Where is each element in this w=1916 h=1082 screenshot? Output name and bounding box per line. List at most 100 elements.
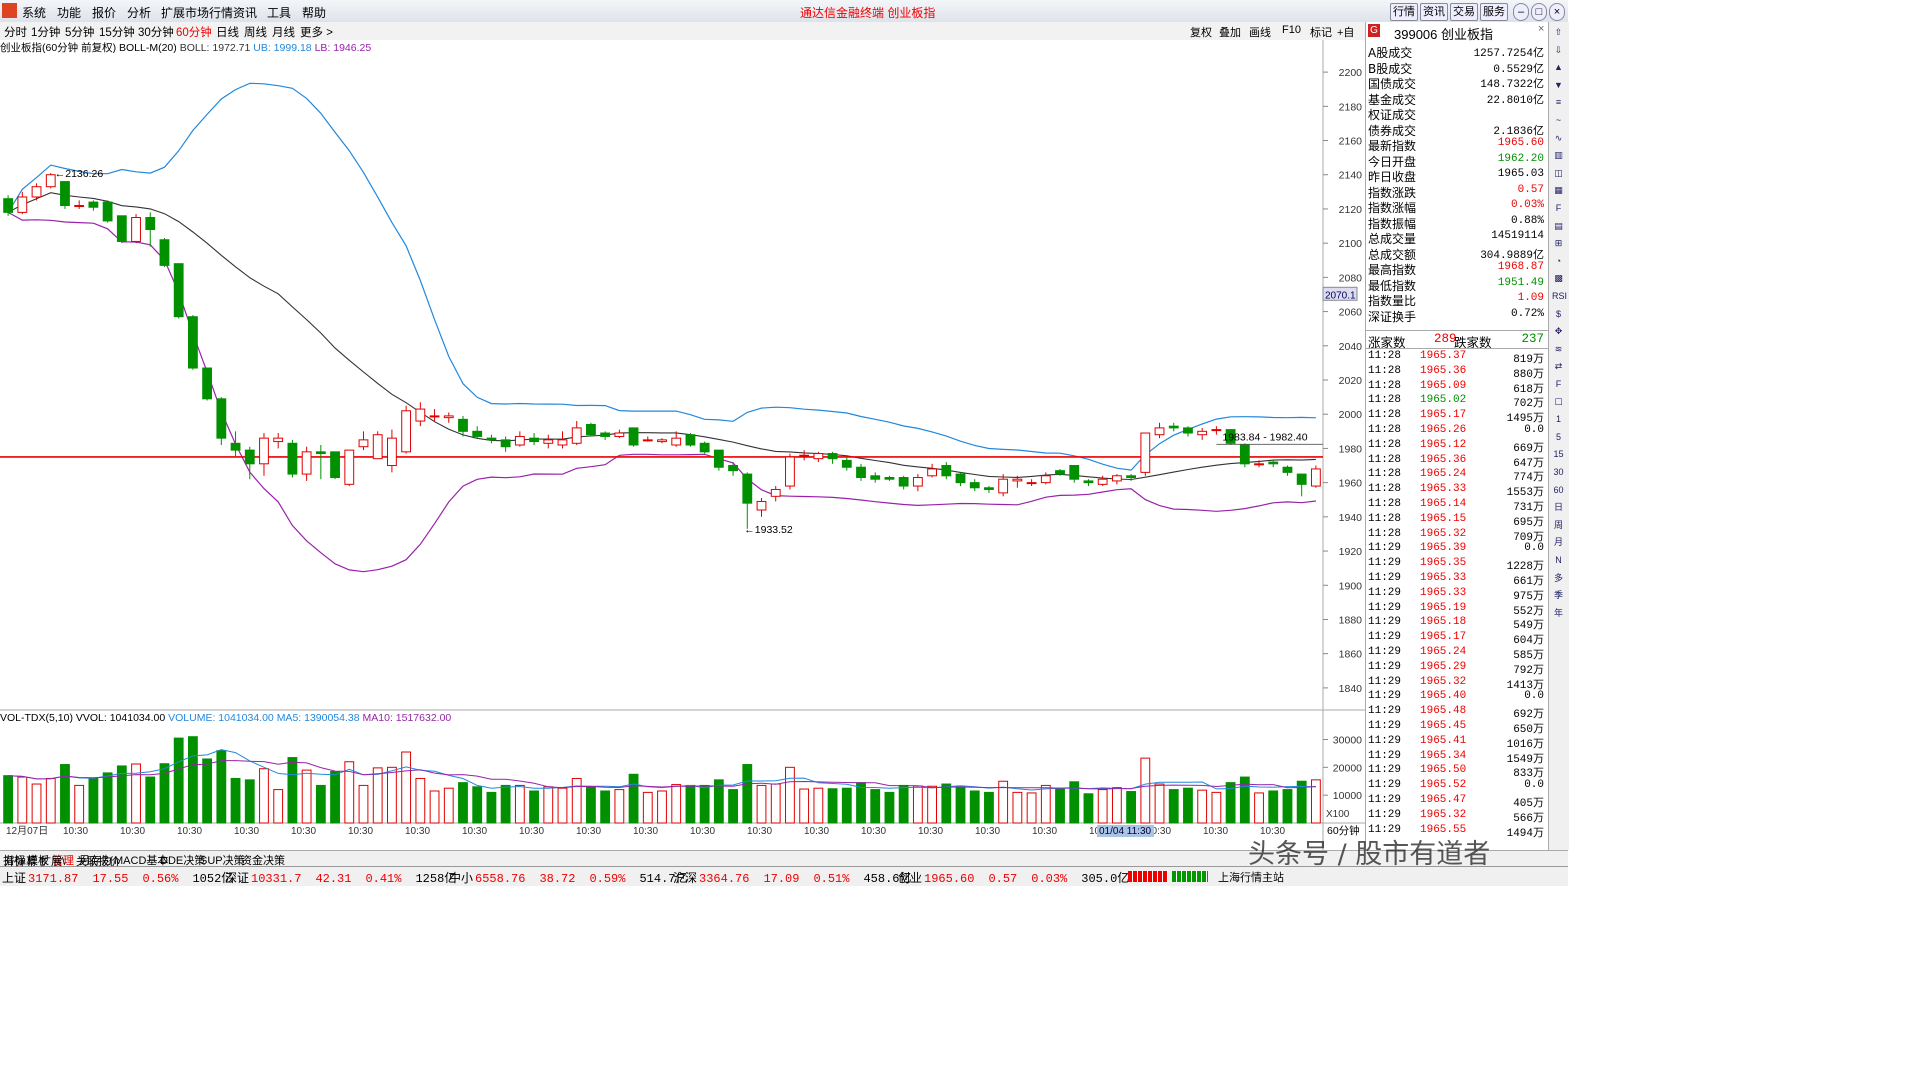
side-tool-icon[interactable]: ≋: [1552, 343, 1565, 356]
candle-body: [728, 465, 738, 472]
side-tool-icon[interactable]: ∿: [1552, 132, 1565, 145]
index-summary[interactable]: 沪深 3364.76 17.09 0.51% 458.6亿: [673, 869, 911, 886]
period-tab[interactable]: 1分钟: [31, 24, 60, 40]
menu-item[interactable]: 分析: [127, 4, 151, 21]
candle-body: [742, 473, 753, 504]
close-icon[interactable]: ×: [1549, 3, 1565, 21]
index-summary[interactable]: 创业 1965.60 0.57 0.03% 305.0亿: [898, 869, 1129, 886]
side-tool-icon[interactable]: ✥: [1552, 325, 1565, 338]
side-tool-icon[interactable]: ◫: [1552, 167, 1565, 180]
side-tool-icon[interactable]: F: [1552, 202, 1565, 215]
side-tool-icon[interactable]: 多: [1552, 572, 1565, 585]
period-tab[interactable]: 60分钟: [176, 24, 212, 40]
menu-item[interactable]: 功能: [57, 4, 81, 21]
period-tab[interactable]: 周线: [244, 24, 267, 40]
side-tool-icon[interactable]: 月: [1552, 536, 1565, 549]
volume-bar: [88, 777, 99, 824]
window-tab-1[interactable]: 资讯: [1420, 3, 1448, 21]
period-tab[interactable]: 30分钟: [138, 24, 174, 40]
period-tab[interactable]: 15分钟: [99, 24, 135, 40]
menu-item[interactable]: 系统: [22, 4, 46, 21]
side-tool-icon[interactable]: 周: [1552, 519, 1565, 532]
chart-tool-button[interactable]: 复权: [1190, 24, 1212, 40]
chart-tool-button[interactable]: 画线: [1249, 24, 1271, 40]
candle: [756, 498, 767, 517]
period-tab[interactable]: 日线: [216, 24, 239, 40]
candle-body: [529, 437, 539, 443]
quote-row: 最高指数 1968.87: [1368, 261, 1546, 277]
candle: [1111, 474, 1122, 485]
chart-tool-button[interactable]: 标记: [1310, 24, 1332, 40]
side-tool-icon[interactable]: 季: [1552, 589, 1565, 602]
restore-icon[interactable]: □: [1531, 3, 1547, 21]
tick-row: 11:28 1965.36 880万: [1368, 365, 1546, 381]
min-icon[interactable]: –: [1513, 3, 1529, 21]
side-tool-icon[interactable]: ▲: [1552, 61, 1565, 74]
side-tool-icon[interactable]: ☐: [1552, 396, 1565, 409]
bottom-tab[interactable]: 扩展\: [40, 853, 65, 869]
side-tool-icon[interactable]: ▩: [1552, 272, 1565, 285]
side-tool-icon[interactable]: RSI: [1552, 290, 1567, 303]
side-tool-icon[interactable]: ▦: [1552, 184, 1565, 197]
candle: [216, 397, 227, 445]
menu-item[interactable]: 扩展市场行情: [161, 4, 233, 21]
side-tool-icon[interactable]: 日: [1552, 501, 1565, 514]
side-tool-icon[interactable]: 15: [1552, 448, 1565, 461]
candle: [131, 214, 141, 244]
side-tool-icon[interactable]: ⇩: [1552, 44, 1565, 57]
chart-tool-button[interactable]: 叠加: [1219, 24, 1241, 40]
close-icon[interactable]: ×: [1538, 23, 1544, 35]
index-summary[interactable]: 深证 10331.7 42.31 0.41% 1258亿: [225, 869, 456, 886]
candle: [628, 427, 639, 447]
window-tab-3[interactable]: 服务: [1480, 3, 1508, 21]
tick-time: 11:29: [1368, 616, 1402, 629]
period-tab[interactable]: 5分钟: [65, 24, 94, 40]
chart-tool-button[interactable]: F10: [1282, 24, 1301, 36]
side-tool-icon[interactable]: $: [1552, 308, 1565, 321]
side-tool-icon[interactable]: ◔: [1552, 255, 1565, 268]
menu-item[interactable]: 工具: [267, 4, 291, 21]
side-tool-icon[interactable]: ≡: [1552, 96, 1565, 109]
quote-label: B股成交: [1368, 61, 1413, 76]
period-tab[interactable]: 更多 >: [300, 24, 333, 40]
quote-label: 指数振幅: [1368, 216, 1417, 231]
tick-row: 11:29 1965.48 692万: [1368, 705, 1546, 721]
boll-upper-line: [7, 82, 1316, 471]
index-summary[interactable]: 上证 3171.87 17.55 0.56% 1052亿: [2, 869, 233, 886]
index-summary[interactable]: 中小 6558.76 38.72 0.59% 514.7亿: [449, 869, 687, 886]
menu-item[interactable]: 资讯: [233, 4, 257, 21]
candle-body: [74, 205, 85, 208]
candle: [841, 456, 852, 471]
kline-chart[interactable]: 2200 2180 2160 2140 2120 2100 2080 2060 2040 2020…: [0, 40, 1365, 850]
side-tool-icon[interactable]: ⇄: [1552, 360, 1565, 373]
bottom-tab[interactable]: 开弹幕: [4, 853, 37, 869]
tick-row: 11:29 1965.41 1016万: [1368, 735, 1546, 751]
side-tool-icon[interactable]: 60: [1552, 484, 1565, 497]
side-tool-icon[interactable]: ⊞: [1552, 237, 1565, 250]
side-tool-icon[interactable]: 30: [1552, 466, 1565, 479]
side-tool-icon[interactable]: ⇧: [1552, 26, 1565, 39]
side-tool-icon[interactable]: F: [1552, 378, 1565, 391]
side-tool-icon[interactable]: ▼: [1552, 79, 1565, 92]
side-tool-icon[interactable]: 年: [1552, 607, 1565, 620]
side-tool-icon[interactable]: 5: [1552, 431, 1565, 444]
menu-item[interactable]: 帮助: [302, 4, 326, 21]
side-tool-icon[interactable]: N: [1552, 554, 1565, 567]
side-tool-icon[interactable]: ▤: [1552, 220, 1565, 233]
period-tab[interactable]: 分时: [4, 24, 27, 40]
side-tool-icon[interactable]: ~: [1552, 114, 1565, 127]
bottom-tab[interactable]: 关联报价: [76, 853, 120, 869]
side-tool-icon[interactable]: 1: [1552, 413, 1565, 426]
window-tab-0[interactable]: 行情: [1390, 3, 1418, 21]
candle: [173, 263, 184, 319]
date-cursor-label: 01/04 11:30: [1099, 826, 1152, 837]
window-tab-2[interactable]: 交易: [1450, 3, 1478, 21]
side-tool-icon[interactable]: ▥: [1552, 149, 1565, 162]
menu-item[interactable]: 报价: [92, 4, 116, 21]
x-tick-label: 10:30: [519, 826, 544, 837]
candle: [728, 462, 738, 476]
quote-row: 总成交额 304.9889亿: [1368, 246, 1546, 262]
candle-body: [514, 435, 525, 446]
candle: [543, 434, 554, 449]
period-tab[interactable]: 月线: [272, 24, 295, 40]
